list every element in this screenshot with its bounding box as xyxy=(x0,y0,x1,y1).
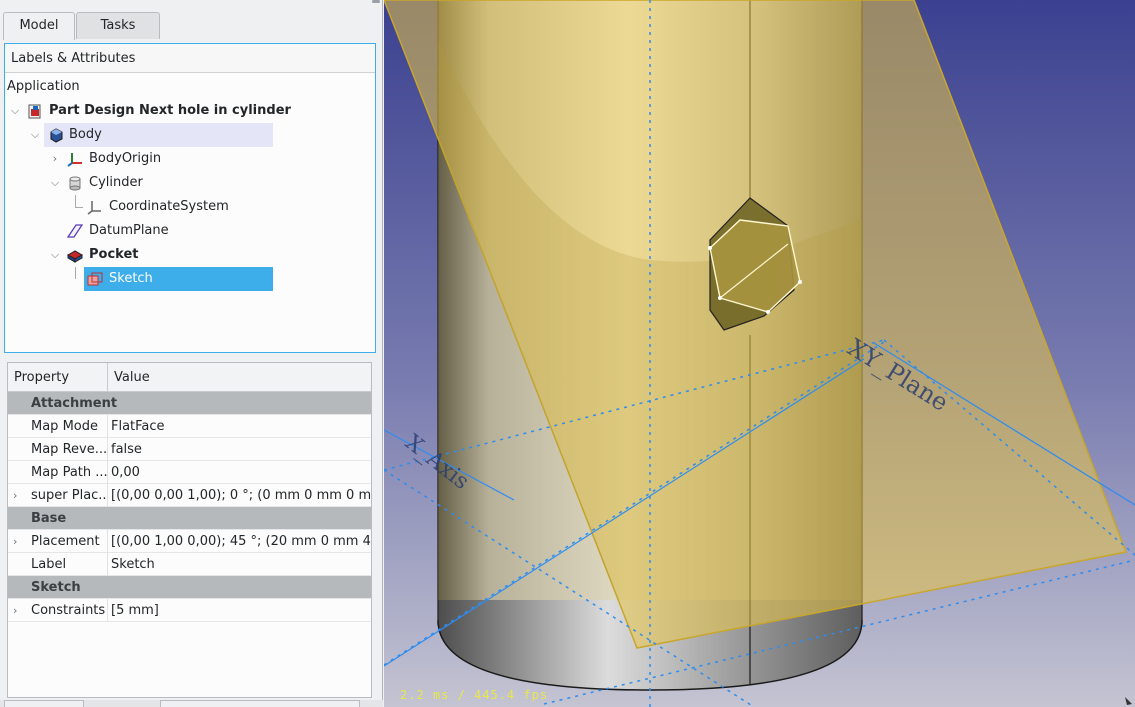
chevron-right-icon[interactable]: › xyxy=(13,599,17,622)
property-group-base[interactable]: Base xyxy=(8,507,371,530)
cylinder-label: Cylinder xyxy=(89,175,143,190)
property-name: Constraints xyxy=(31,603,106,618)
sketch-icon xyxy=(87,271,103,287)
tree-item-datumplane[interactable]: DatumPlane xyxy=(65,219,169,243)
tree-guide-line xyxy=(75,195,76,207)
scroll-indicator[interactable] xyxy=(372,0,380,3)
column-header-value[interactable]: Value xyxy=(108,363,150,392)
property-row-map-reversed[interactable]: Map Reve... false xyxy=(8,438,371,461)
bodyorigin-label: BodyOrigin xyxy=(89,151,162,166)
property-value[interactable]: Sketch xyxy=(111,553,371,576)
property-value[interactable]: false xyxy=(111,438,371,461)
fps-counter: 2.2 ms / 445.4 fps xyxy=(400,688,549,702)
pocket-label: Pocket xyxy=(89,247,139,262)
property-group-attachment[interactable]: Attachment xyxy=(8,392,371,415)
cylinder-icon xyxy=(67,175,83,191)
tree-guide-line xyxy=(75,207,83,208)
body-icon xyxy=(48,127,64,143)
combo-view-tabbar: Model Tasks xyxy=(0,12,383,40)
chevron-down-icon[interactable]: ⌵ xyxy=(29,123,41,147)
tree-item-coordinatesystem[interactable]: CoordinateSystem xyxy=(85,195,229,219)
tab-tasks[interactable]: Tasks xyxy=(76,12,160,39)
property-editor: Property Value Attachment Map Mode FlatF… xyxy=(7,362,372,698)
property-row-map-path[interactable]: Map Path ... 0,00 xyxy=(8,461,371,484)
tree-item-body[interactable]: Body xyxy=(44,123,273,147)
chevron-down-icon[interactable]: ⌵ xyxy=(49,243,61,267)
property-name: Placement xyxy=(31,534,100,549)
chevron-down-icon[interactable]: ⌵ xyxy=(9,99,21,123)
document-icon xyxy=(27,103,43,119)
axes-origin-icon xyxy=(67,151,83,167)
tree-item-document[interactable]: ⌵ Part Design Next hole in cylinder xyxy=(5,99,291,123)
body-label: Body xyxy=(69,127,102,142)
chevron-right-icon[interactable]: › xyxy=(13,484,17,507)
property-name: super Plac... xyxy=(31,488,107,503)
column-header-property[interactable]: Property xyxy=(8,363,69,392)
tree-root-application: Application xyxy=(7,75,80,99)
bottom-tab[interactable] xyxy=(4,700,84,707)
pocket-icon xyxy=(66,247,84,263)
datumplane-label: DatumPlane xyxy=(89,223,169,238)
tree-item-sketch[interactable]: Sketch xyxy=(84,267,273,291)
property-group-sketch[interactable]: Sketch xyxy=(8,576,371,599)
coordinate-system-icon xyxy=(87,199,103,215)
property-name: Map Mode xyxy=(31,419,98,434)
bottom-tab[interactable] xyxy=(160,700,360,707)
application-label: Application xyxy=(7,79,80,94)
datum-plane-icon xyxy=(66,223,84,239)
property-value[interactable]: [5 mm] xyxy=(111,599,371,622)
property-value[interactable]: FlatFace xyxy=(111,415,371,438)
tab-model[interactable]: Model xyxy=(3,12,75,40)
chevron-right-icon[interactable]: › xyxy=(13,530,17,553)
property-row-super-placement[interactable]: › super Plac... [(0,00 0,00 1,00); 0 °; … xyxy=(8,484,371,507)
chevron-right-icon[interactable]: › xyxy=(49,147,61,171)
sketch-label: Sketch xyxy=(109,271,153,286)
coordinatesystem-label: CoordinateSystem xyxy=(109,199,229,214)
property-name: Map Path ... xyxy=(31,465,107,480)
model-tree: Labels & Attributes Application ⌵ Part D… xyxy=(4,43,376,353)
property-name: Map Reve... xyxy=(31,442,107,457)
tree-item-cylinder[interactable]: Cylinder xyxy=(65,171,143,195)
property-value[interactable]: 0,00 xyxy=(111,461,371,484)
tree-item-pocket[interactable]: Pocket xyxy=(65,243,139,267)
property-row-constraints[interactable]: › Constraints [5 mm] xyxy=(8,599,371,622)
tree-guide-line xyxy=(75,267,76,279)
property-table-header: Property Value xyxy=(8,363,371,392)
3d-scene[interactable]: X_Axis XY_Plane xyxy=(384,0,1135,707)
property-name: Label xyxy=(31,557,67,572)
combo-view-panel: Model Tasks Labels & Attributes Applicat… xyxy=(0,0,383,707)
chevron-down-icon[interactable]: ⌵ xyxy=(49,171,61,195)
property-row-placement[interactable]: › Placement [(0,00 1,00 0,00); 45 °; (20… xyxy=(8,530,371,553)
tree-header: Labels & Attributes xyxy=(5,44,375,73)
3d-viewport[interactable]: X_Axis XY_Plane 2.2 ms / 445.4 fps xyxy=(384,0,1135,707)
property-row-label[interactable]: Label Sketch xyxy=(8,553,371,576)
property-row-map-mode[interactable]: Map Mode FlatFace xyxy=(8,415,371,438)
document-label: Part Design Next hole in cylinder xyxy=(49,103,291,118)
tree-item-bodyorigin[interactable]: BodyOrigin xyxy=(65,147,161,171)
property-value[interactable]: [(0,00 0,00 1,00); 0 °; (0 mm 0 mm 0 mm)… xyxy=(111,484,371,507)
property-value[interactable]: [(0,00 1,00 0,00); 45 °; (20 mm 0 mm 42.… xyxy=(111,530,371,553)
